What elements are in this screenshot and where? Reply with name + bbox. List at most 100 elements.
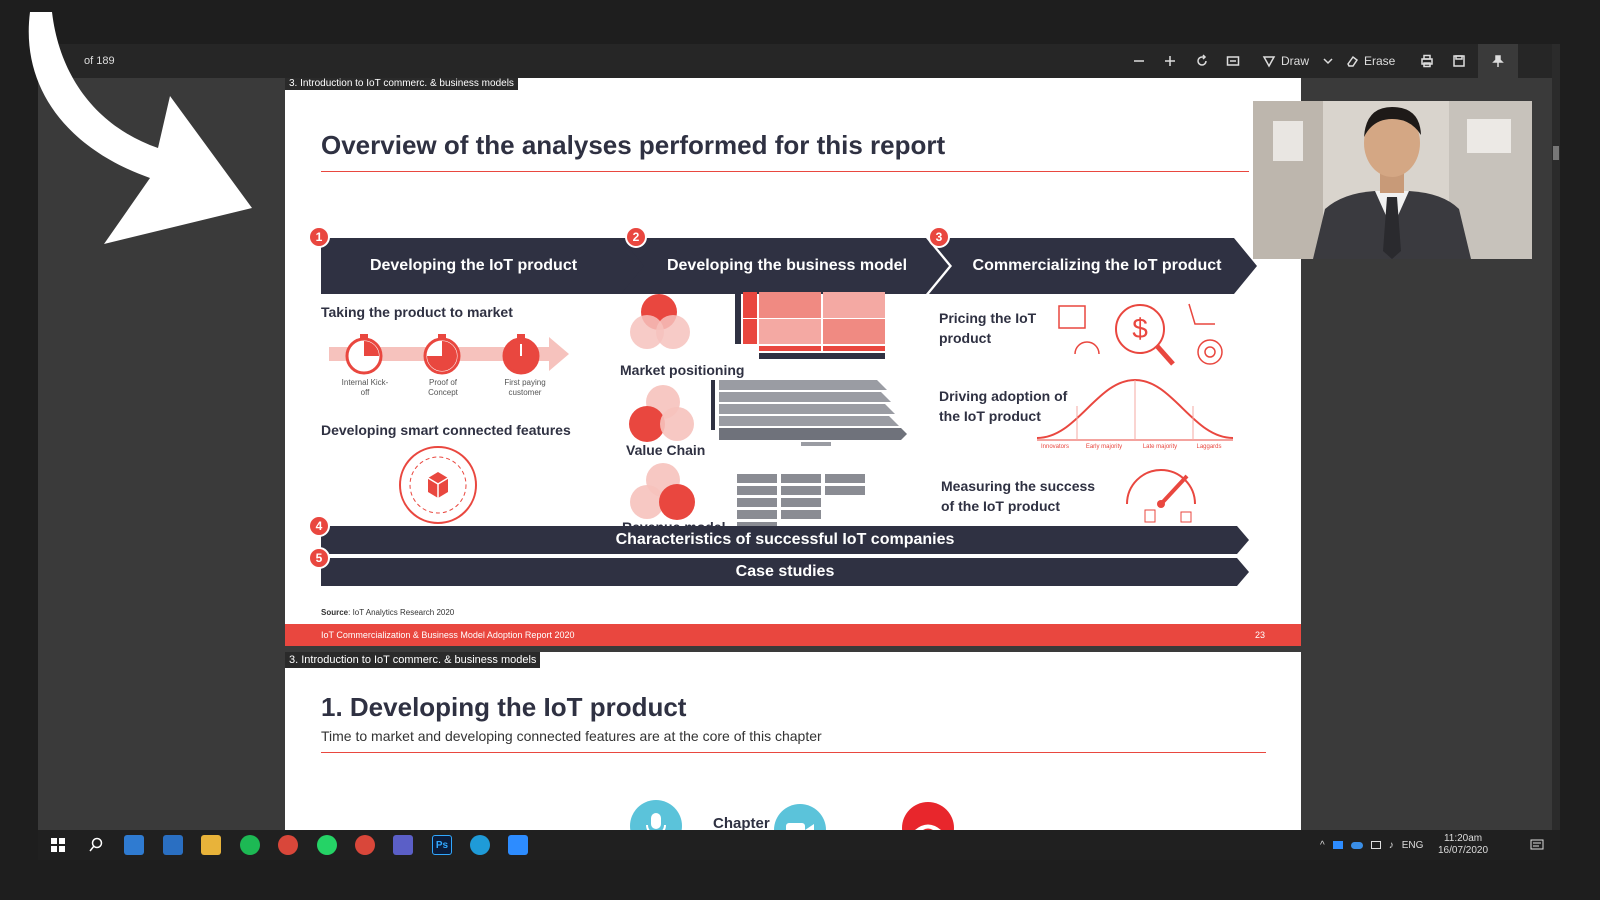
adoption-stage-1: Innovators <box>1040 444 1070 450</box>
chrome-profile-icon[interactable] <box>355 835 375 855</box>
onedrive-icon[interactable] <box>1350 841 1363 849</box>
search-icon <box>89 837 103 852</box>
measuring-success-label: Measuring the success of the IoT product <box>941 478 1096 514</box>
gauge-icon <box>1126 469 1196 523</box>
slide-footer: IoT Commercialization & Business Model A… <box>285 624 1301 646</box>
section-tab: 3. Introduction to IoT commerc. & busine… <box>285 78 518 90</box>
clock-date: 16/07/2020 <box>1438 845 1489 856</box>
erase-label: Erase <box>1364 54 1396 68</box>
step-label-2: Developing the business model <box>666 257 908 274</box>
milestone-label-1: Internal Kick-off <box>341 378 389 397</box>
annotation-arrow-icon <box>28 12 253 244</box>
scroll-thumb[interactable] <box>1553 146 1559 160</box>
pricing-icon: $ <box>1058 303 1223 366</box>
adoption-stage-2: Early majority <box>1085 444 1123 450</box>
taking-to-market-heading: Taking the product to market <box>321 304 513 320</box>
draw-icon <box>1262 56 1276 68</box>
footer-page-number: 23 <box>1255 630 1266 640</box>
revenue-model-venn <box>630 463 695 520</box>
rotate-icon <box>1197 54 1207 66</box>
step-number-2: 2 <box>625 226 647 248</box>
step-label-3: Commercializing the IoT product <box>972 257 1222 274</box>
adoption-stage-3: Late majority <box>1142 444 1178 450</box>
connected-features-icon <box>399 446 477 524</box>
fit-page-button[interactable] <box>1226 44 1240 78</box>
tray-overflow-icon[interactable]: ^ <box>1320 840 1325 851</box>
clock[interactable]: 11:20am 16/07/2020 <box>1438 830 1488 860</box>
spotify-icon[interactable] <box>240 835 260 855</box>
market-positioning-label: Market positioning <box>620 362 745 378</box>
stopwatch-icon-1 <box>345 334 383 375</box>
bar-5-label: Case studies <box>735 563 835 580</box>
svg-text:$: $ <box>1132 313 1148 344</box>
title-rule <box>321 171 1249 172</box>
print-icon <box>1421 54 1433 68</box>
value-chain-label: Value Chain <box>626 442 706 458</box>
clock-time: 11:20am <box>1443 833 1483 844</box>
bar-4-label: Characteristics of successful IoT compan… <box>615 531 955 548</box>
milestone-label-2: Proof of Concept <box>428 378 458 397</box>
draw-options-dropdown[interactable] <box>1322 44 1334 78</box>
draw-button[interactable]: Draw <box>1262 44 1309 78</box>
market-positioning-venn <box>630 294 690 349</box>
zoom-icon[interactable] <box>508 835 528 855</box>
calendar-icon[interactable] <box>124 835 144 855</box>
zoom-in-button[interactable] <box>1163 44 1177 78</box>
pin-toolbar-button[interactable] <box>1478 44 1518 78</box>
vertical-scrollbar[interactable] <box>1552 44 1560 844</box>
zoom-out-button[interactable] <box>1132 44 1146 78</box>
volume-icon[interactable]: ♪ <box>1389 840 1394 851</box>
source-label: Source <box>321 608 349 617</box>
save-button[interactable] <box>1452 44 1466 78</box>
erase-button[interactable]: Erase <box>1345 44 1395 78</box>
value-chain-diagram <box>711 380 907 446</box>
windows-taskbar: Ps ^ ♪ ENG 11:20am 16/07/2020 <box>38 830 1560 860</box>
stopwatch-icon-2 <box>423 334 461 375</box>
adoption-stage-4: Laggards <box>1196 444 1222 450</box>
time-to-market-arrow <box>329 334 569 375</box>
slide-title: Overview of the analyses performed for t… <box>321 130 946 160</box>
rotate-button[interactable] <box>1195 44 1209 78</box>
notifications-button[interactable] <box>1530 830 1544 860</box>
mail-icon[interactable] <box>163 835 183 855</box>
chrome-icon[interactable] <box>278 835 298 855</box>
edge-icon[interactable] <box>470 835 490 855</box>
adoption-bell-curve <box>1037 378 1233 441</box>
pin-icon <box>1492 55 1504 67</box>
step-label-1: Developing the IoT product <box>369 257 578 274</box>
slide2-subtitle: Time to market and developing connected … <box>321 728 822 744</box>
screen: of 189 Draw Erase 3. Introduction to IoT… <box>0 0 1600 900</box>
webcam-video[interactable] <box>1253 101 1532 259</box>
slide2-rule <box>321 752 1266 753</box>
smart-features-heading: Developing smart connected features <box>321 422 571 438</box>
system-tray: ^ ♪ ENG <box>1320 830 1423 860</box>
file-explorer-icon[interactable] <box>201 835 221 855</box>
slide2-title: 1. Developing the IoT product <box>321 692 687 722</box>
pricing-label: Pricing the IoT product <box>939 310 1037 346</box>
step-number-3: 3 <box>928 226 950 248</box>
language-indicator[interactable]: ENG <box>1402 840 1424 851</box>
start-button[interactable] <box>48 835 68 855</box>
slide-overview: 3. Introduction to IoT commerc. & busine… <box>285 78 1301 646</box>
stopwatch-icon-3 <box>502 334 540 375</box>
teams-icon[interactable] <box>393 835 413 855</box>
eraser-icon <box>1347 55 1359 67</box>
notifications-icon <box>1530 839 1544 850</box>
milestone-label-3: First paying customer <box>504 378 546 397</box>
bar-number-4: 4 <box>308 515 330 537</box>
bar-number-5: 5 <box>308 547 330 569</box>
value-chain-venn <box>629 385 694 442</box>
whatsapp-icon[interactable] <box>317 835 337 855</box>
section-tab-2: 3. Introduction to IoT commerc. & busine… <box>285 652 541 668</box>
print-button[interactable] <box>1420 44 1434 78</box>
photoshop-icon[interactable]: Ps <box>432 835 452 855</box>
plus-icon <box>1165 56 1175 66</box>
taskbar-search-button[interactable] <box>86 835 106 855</box>
network-icon[interactable] <box>1370 841 1381 849</box>
zoom-tray-icon[interactable] <box>1332 841 1343 849</box>
market-matrix <box>735 292 885 359</box>
fit-page-icon <box>1226 56 1240 66</box>
step-number-1: 1 <box>308 226 330 248</box>
draw-label: Draw <box>1281 54 1310 68</box>
presenter-video-frame <box>1253 101 1532 259</box>
